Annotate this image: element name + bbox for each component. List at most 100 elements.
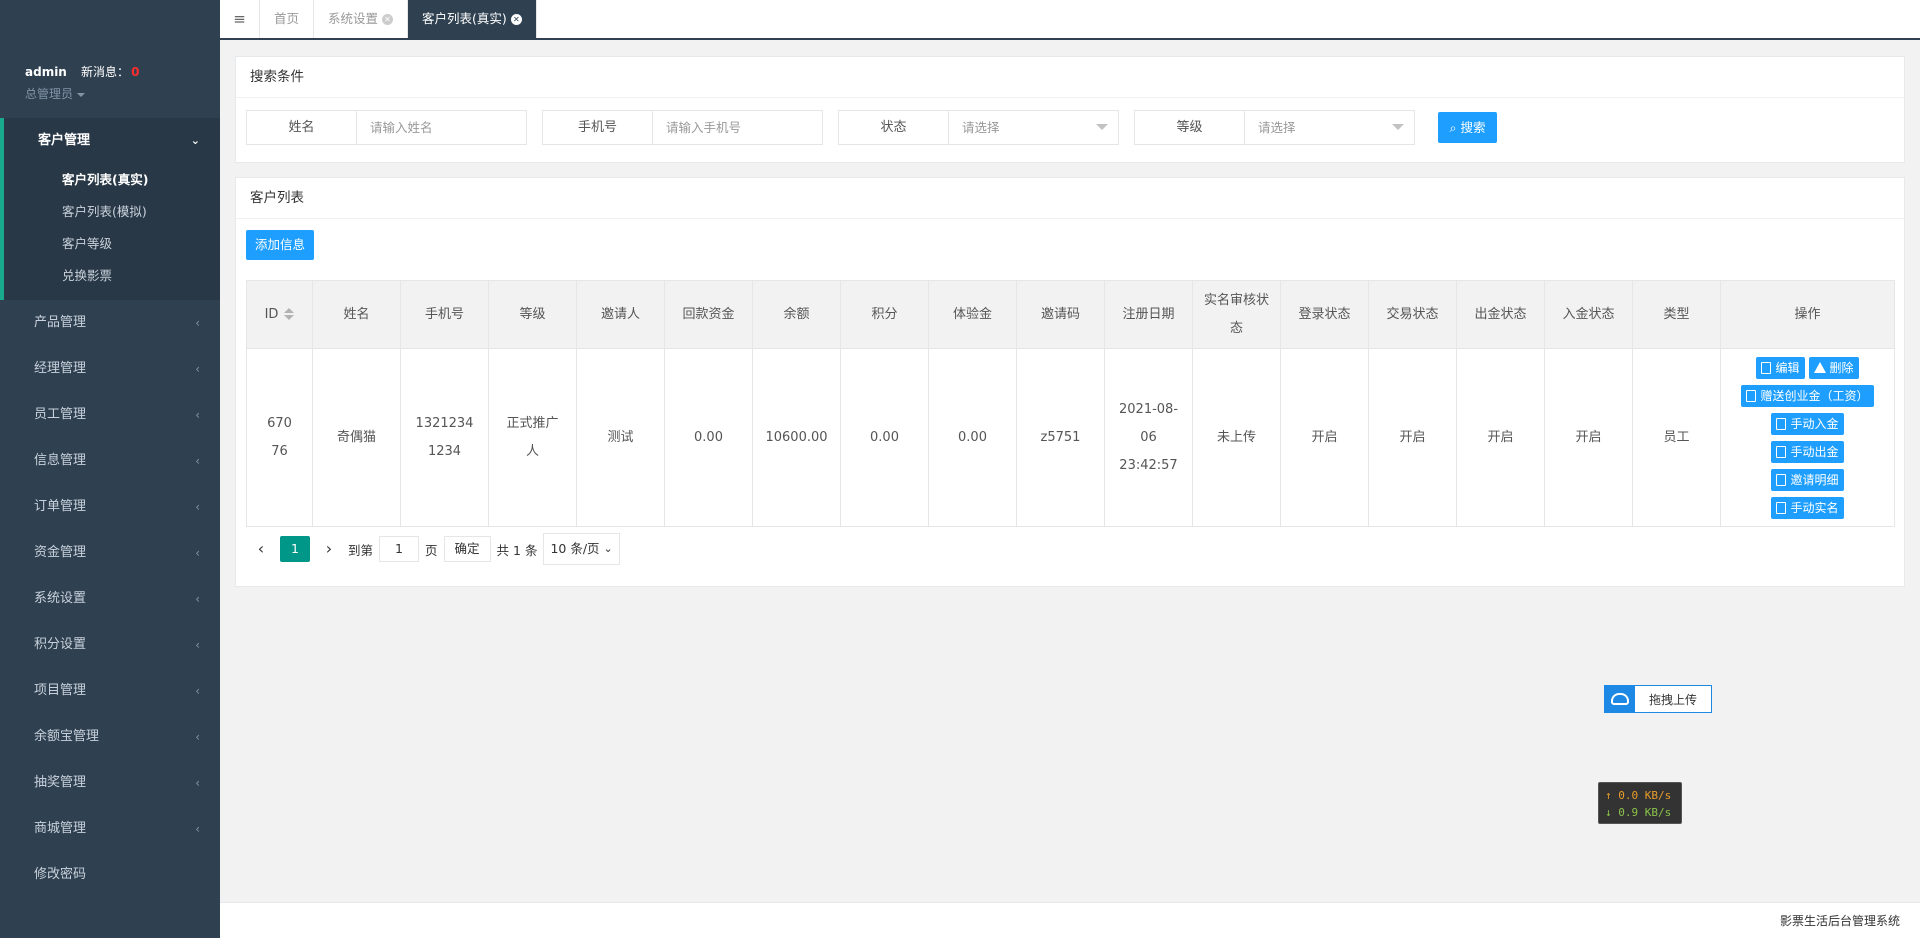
name-label: 姓名	[247, 111, 357, 144]
sidebar-item-manager[interactable]: 经理管理 ‹	[0, 346, 220, 392]
sidebar-item-project[interactable]: 项目管理 ‹	[0, 668, 220, 714]
cell-level: 正式推广人	[488, 348, 577, 527]
chevron-left-icon: ‹	[195, 316, 200, 330]
pagination: ‹ 1 › 到第 1 页 确定 共 1 条 10 条/页 ⌄	[248, 533, 620, 565]
sidebar-subitem-customer-real[interactable]: 客户列表(真实)	[4, 164, 220, 196]
dropdown-arrow-icon	[1392, 124, 1404, 130]
tab-system-settings[interactable]: 系统设置 ✕	[314, 0, 409, 38]
status-field: 状态 请选择	[838, 110, 1119, 145]
delete-button[interactable]: 删除	[1808, 356, 1859, 379]
drag-upload-widget[interactable]: 拖拽上传	[1604, 685, 1712, 713]
sidebar-subitem-customer-level[interactable]: 客户等级	[4, 228, 220, 260]
goto-confirm-button[interactable]: 确定	[443, 536, 491, 562]
status-select[interactable]: 请选择	[950, 111, 1118, 144]
add-info-button[interactable]: 添加信息	[246, 230, 314, 260]
invite-detail-button[interactable]: 邀请明细	[1771, 468, 1844, 491]
sidebar-item-change-password[interactable]: 修改密码	[0, 852, 220, 898]
close-icon[interactable]: ✕	[382, 14, 394, 25]
drag-upload-label: 拖拽上传	[1648, 692, 1697, 707]
prev-page-icon[interactable]: ‹	[248, 535, 274, 563]
close-icon[interactable]: ✕	[510, 14, 522, 25]
footer: 影票生活后台管理系统	[220, 902, 1920, 938]
chevron-left-icon: ‹	[195, 408, 200, 422]
col-login-status: 登录状态	[1280, 280, 1369, 349]
level-field: 等级 请选择	[1134, 110, 1415, 145]
page-label: 页	[425, 542, 438, 558]
cell-withdraw-status: 开启	[1456, 348, 1545, 527]
search-button[interactable]: ⌕ 搜索	[1438, 112, 1497, 143]
sidebar-item-system[interactable]: 系统设置 ‹	[0, 576, 220, 622]
net-speed-widget: ↑ 0.0 KB/s ↓ 0.9 KB/s	[1598, 782, 1682, 824]
page-current[interactable]: 1	[280, 536, 310, 562]
cell-realname-status: 未上传	[1192, 348, 1281, 527]
cell-actions: 编辑 删除 赠送创业金（工资） 手动入金 手动出金 邀请明细 手动实名	[1720, 348, 1895, 527]
chevron-left-icon: ‹	[195, 684, 200, 698]
cell-inviter: 测试	[576, 348, 665, 527]
user-role-dropdown[interactable]: 总管理员	[25, 85, 215, 102]
chevron-left-icon: ‹	[195, 776, 200, 790]
copy-icon	[1776, 473, 1787, 486]
goto-page-input[interactable]: 1	[379, 536, 420, 562]
sidebar-item-lottery[interactable]: 抽奖管理 ‹	[0, 760, 220, 806]
cloud-upload-icon	[1605, 686, 1635, 712]
sidebar-menu: 客户管理 ⌄ 客户列表(真实) 客户列表(模拟) 客户等级 兑换影票 产品管理 ‹…	[0, 118, 220, 898]
caret-down-icon	[77, 92, 86, 97]
sidebar-item-points[interactable]: 积分设置 ‹	[0, 622, 220, 668]
sidebar-subitem-exchange-ticket[interactable]: 兑换影票	[4, 260, 220, 292]
copy-icon	[1776, 445, 1787, 458]
next-page-icon[interactable]: ›	[316, 535, 342, 563]
menu-toggle-icon[interactable]: ≡	[220, 0, 260, 38]
page-tabs: 首页 系统设置 ✕ 客户列表(真实) ✕	[260, 0, 537, 38]
level-select[interactable]: 请选择	[1246, 111, 1414, 144]
gift-salary-button[interactable]: 赠送创业金（工资）	[1741, 384, 1874, 407]
level-label: 等级	[1135, 111, 1245, 144]
sort-icon[interactable]	[284, 308, 295, 320]
sidebar-item-mall[interactable]: 商城管理 ‹	[0, 806, 220, 852]
col-withdraw-status: 出金状态	[1456, 280, 1545, 349]
user-role: 总管理员	[25, 87, 74, 101]
col-return-funds: 回款资金	[664, 280, 753, 349]
sidebar-item-info[interactable]: 信息管理 ‹	[0, 438, 220, 484]
name-input[interactable]: 请输入姓名	[358, 111, 526, 144]
sidebar-item-customer[interactable]: 客户管理 ⌄	[4, 118, 220, 164]
col-level: 等级	[488, 280, 577, 349]
sidebar-item-order[interactable]: 订单管理 ‹	[0, 484, 220, 530]
tab-home[interactable]: 首页	[260, 0, 315, 38]
manual-realname-button[interactable]: 手动实名	[1771, 496, 1844, 519]
sidebar-item-funds[interactable]: 资金管理 ‹	[0, 530, 220, 576]
chevron-left-icon: ‹	[195, 500, 200, 514]
manual-deposit-button[interactable]: 手动入金	[1771, 412, 1844, 435]
sidebar-item-yuebao[interactable]: 余额宝管理 ‹	[0, 714, 220, 760]
chevron-left-icon: ‹	[195, 362, 200, 376]
col-id[interactable]: ID	[246, 280, 313, 349]
sidebar-group-customer: 客户管理 ⌄ 客户列表(真实) 客户列表(模拟) 客户等级 兑换影票	[0, 118, 220, 300]
edit-button[interactable]: 编辑	[1756, 356, 1805, 379]
col-deposit-status: 入金状态	[1544, 280, 1633, 349]
message-count-badge[interactable]: 0	[131, 65, 139, 79]
sidebar-item-product[interactable]: 产品管理 ‹	[0, 300, 220, 346]
chevron-left-icon: ‹	[195, 730, 200, 744]
table-row: 67076 奇偶猫 13212341234 正式推广人 测试 0.00 1060…	[246, 348, 1895, 527]
warning-icon	[1813, 362, 1826, 373]
phone-label: 手机号	[543, 111, 653, 144]
chevron-left-icon: ‹	[195, 638, 200, 652]
customer-table: ID 姓名 手机号 等级 邀请人 回款资金 余额 积分 体验金 邀请码 注册日期…	[246, 280, 1895, 527]
chevron-left-icon: ‹	[195, 546, 200, 560]
status-label: 状态	[839, 111, 949, 144]
upload-speed: ↑ 0.0 KB/s	[1605, 789, 1672, 802]
tab-customer-list-real[interactable]: 客户列表(真实) ✕	[408, 0, 537, 38]
col-realname-status: 实名审核状态	[1192, 280, 1281, 349]
sidebar-subitem-customer-sim[interactable]: 客户列表(模拟)	[4, 196, 220, 228]
sidebar: admin 新消息： 0 总管理员 客户管理 ⌄ 客户列表(真实) 客户列表(模拟…	[0, 0, 220, 938]
cell-name: 奇偶猫	[312, 348, 401, 527]
table-header-row: ID 姓名 手机号 等级 邀请人 回款资金 余额 积分 体验金 邀请码 注册日期…	[246, 280, 1895, 349]
page-size-select[interactable]: 10 条/页 ⌄	[543, 533, 620, 565]
action-buttons: 编辑 删除 赠送创业金（工资） 手动入金 手动出金 邀请明细 手动实名	[1725, 356, 1890, 519]
chevron-left-icon: ‹	[195, 454, 200, 468]
phone-input[interactable]: 请输入手机号	[654, 111, 822, 144]
new-message-label[interactable]: 新消息：	[81, 65, 129, 79]
col-name: 姓名	[312, 280, 401, 349]
sidebar-item-employee[interactable]: 员工管理 ‹	[0, 392, 220, 438]
search-panel-title: 搜索条件	[236, 57, 1904, 98]
manual-withdraw-button[interactable]: 手动出金	[1771, 440, 1844, 463]
